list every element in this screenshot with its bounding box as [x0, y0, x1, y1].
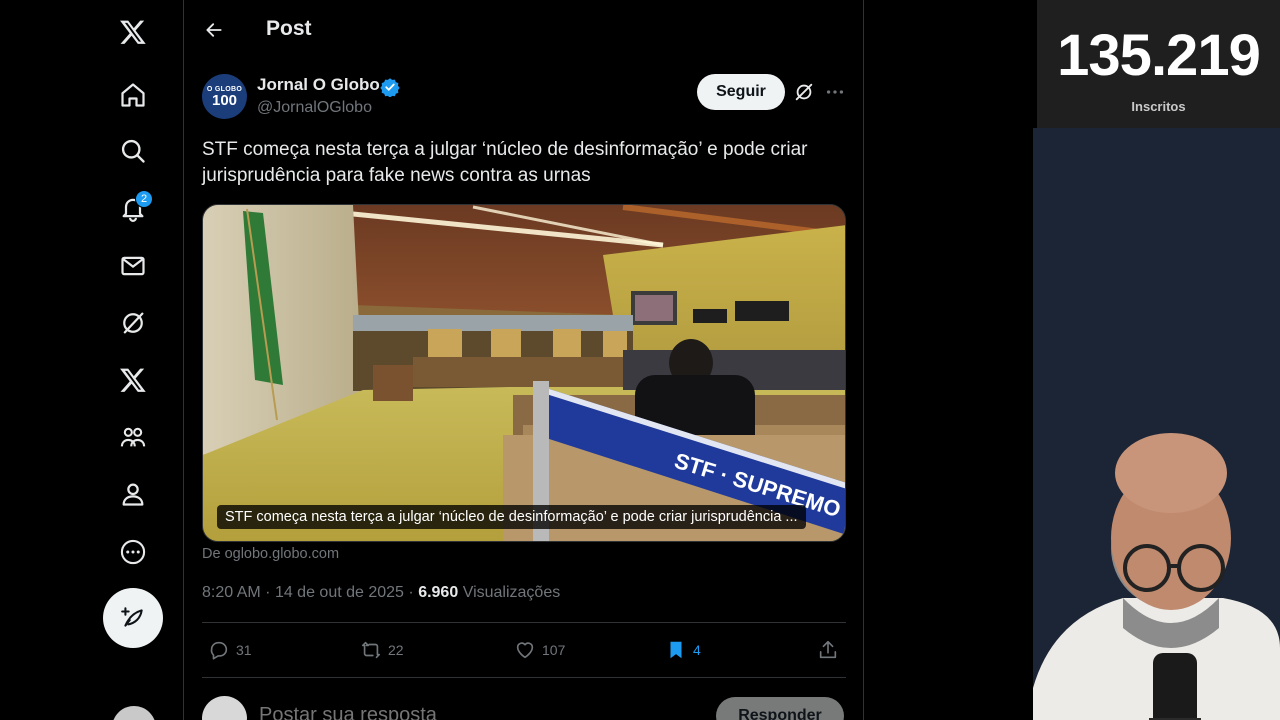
grok-icon[interactable] — [105, 295, 161, 351]
post-meta: 8:20 AM · 14 de out de 2025 · 6.960 Visu… — [202, 584, 560, 602]
divider — [202, 677, 846, 678]
post-time[interactable]: 8:20 AM — [202, 584, 261, 601]
messages-icon[interactable] — [105, 238, 161, 294]
follow-button[interactable]: Seguir — [697, 74, 785, 110]
page-title: Post — [266, 17, 312, 40]
profile-svg — [122, 483, 144, 506]
avatar-text-bottom: 100 — [211, 91, 238, 109]
reply-icon — [210, 641, 228, 660]
feather-plus-icon — [121, 607, 143, 627]
notifications-icon[interactable]: 2 — [105, 180, 161, 236]
author-handle[interactable]: @JornalOGlobo — [257, 99, 372, 117]
like-count: 107 — [542, 642, 566, 658]
reply-action[interactable]: 31 — [208, 638, 252, 662]
grok-svg — [123, 312, 144, 334]
webcam-feed — [1033, 128, 1280, 720]
more-horizontal-icon[interactable] — [824, 81, 846, 103]
reply-user-avatar — [202, 696, 247, 720]
share-icon — [819, 640, 837, 659]
like-action[interactable]: 107 — [514, 638, 565, 662]
views-count: 6.960 — [418, 584, 459, 601]
home-icon[interactable] — [105, 67, 161, 123]
courtroom-photo: STF · SUPREMO TRIBUNAL FEDERAL — [203, 205, 845, 541]
subscriber-label: Inscritos — [1131, 99, 1186, 114]
post-header: Post — [184, 0, 864, 60]
mail-svg — [121, 256, 145, 276]
post-media-image[interactable]: STF · SUPREMO TRIBUNAL FEDERAL STF começ… — [202, 204, 846, 542]
reply-input[interactable] — [259, 704, 559, 720]
bookmark-filled-icon — [670, 641, 682, 659]
repost-count: 22 — [388, 642, 404, 658]
back-arrow-icon[interactable] — [200, 16, 228, 44]
media-caption: STF começa nesta terça a julgar ‘núcleo … — [217, 505, 806, 529]
share-action[interactable] — [817, 638, 839, 662]
search-svg — [121, 139, 145, 163]
divider — [202, 622, 846, 623]
subscriber-counter: 135.219 Inscritos — [1037, 0, 1280, 128]
x-logo-svg — [120, 20, 146, 44]
presenter-image — [1033, 128, 1280, 720]
search-icon[interactable] — [105, 123, 161, 179]
back-arrow-svg — [206, 23, 222, 37]
x-premium-svg — [120, 368, 146, 392]
notifications-badge: 2 — [135, 190, 153, 208]
views-label: Visualizações — [462, 584, 561, 601]
link-source[interactable]: De oglobo.globo.com — [202, 546, 339, 562]
repost-icon — [361, 641, 381, 659]
author-name[interactable]: Jornal O Globo — [257, 75, 380, 95]
communities-svg — [120, 427, 146, 447]
x-logo-icon[interactable] — [105, 4, 161, 60]
more-options-icon[interactable] — [105, 524, 161, 580]
compose-post-button[interactable] — [103, 588, 163, 648]
more-circle-svg — [120, 539, 146, 565]
meta-separator: · — [265, 584, 275, 601]
bookmark-count: 4 — [693, 642, 701, 658]
meta-separator: · — [408, 584, 419, 601]
subscriber-count: 135.219 — [1057, 23, 1261, 88]
left-navigation: 2 — [0, 0, 184, 720]
heart-icon — [516, 642, 534, 659]
post-date[interactable]: 14 de out de 2025 — [275, 584, 404, 601]
communities-icon[interactable] — [105, 409, 161, 465]
grok-explain-icon[interactable] — [793, 81, 815, 103]
verified-badge-icon — [380, 78, 400, 97]
premium-x-icon[interactable] — [105, 352, 161, 408]
reply-submit-button[interactable]: Responder — [716, 697, 844, 720]
bookmark-action[interactable]: 4 — [665, 638, 701, 662]
post-text: STF começa nesta terça a julgar ‘núcleo … — [202, 139, 808, 186]
reply-count: 31 — [236, 642, 252, 658]
post-detail-column: Post O GLOBO 100 Jornal O Globo @JornalO… — [184, 0, 864, 720]
profile-icon[interactable] — [105, 466, 161, 522]
repost-action[interactable]: 22 — [360, 638, 404, 662]
home-svg — [121, 83, 145, 107]
author-avatar[interactable]: O GLOBO 100 — [202, 74, 247, 119]
account-avatar[interactable] — [112, 706, 156, 720]
